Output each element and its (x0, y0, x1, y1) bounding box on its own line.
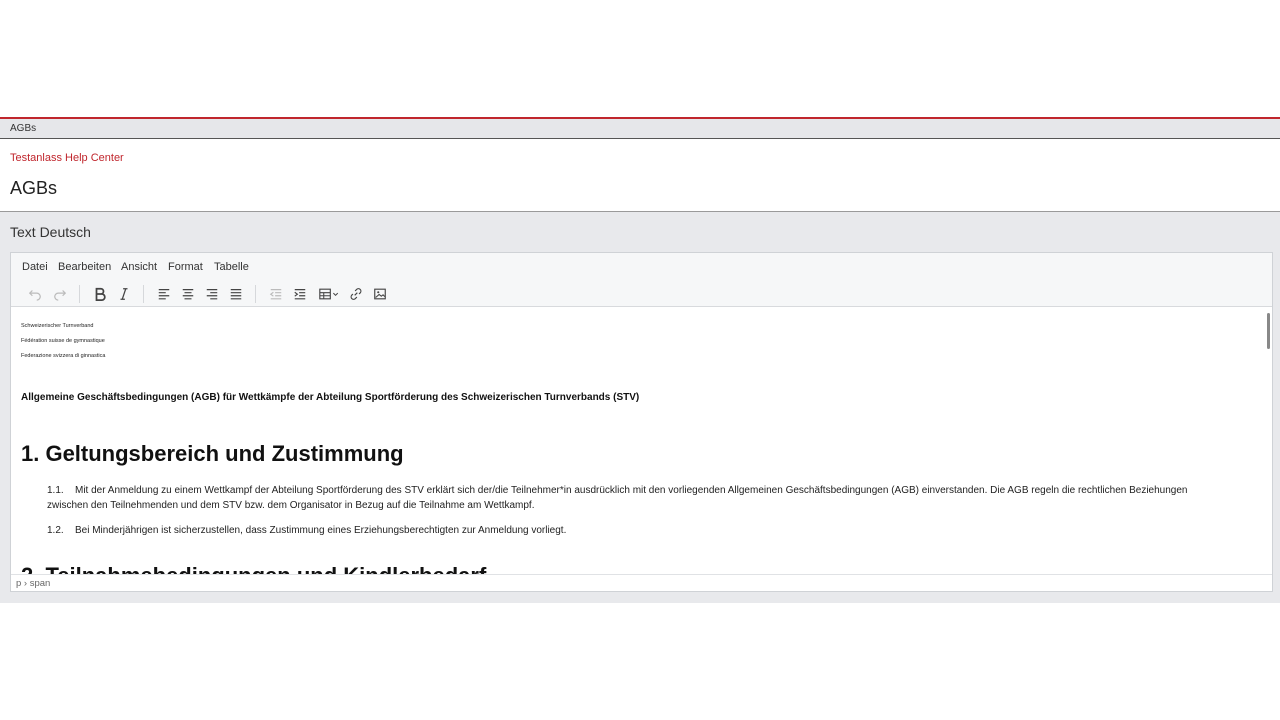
align-right-icon[interactable] (202, 285, 222, 303)
align-left-icon[interactable] (154, 285, 174, 303)
paragraph-text: Mit der Anmeldung zu einem Wettkampf der… (47, 485, 1188, 511)
page-title: AGBs (10, 178, 58, 198)
paragraph-number: 1.2. (47, 525, 64, 536)
image-icon[interactable] (370, 285, 390, 303)
menu-tabelle[interactable]: Tabelle (214, 261, 249, 273)
editor-content[interactable]: Schweizerischer Turnverband Fédération s… (11, 307, 1263, 575)
paragraph-1-1: 1.1. Mit der Anmeldung zu einem Wettkampf… (47, 483, 1227, 513)
breadcrumb[interactable]: Testanlass Help Center (10, 152, 124, 164)
table-icon[interactable] (315, 285, 343, 303)
blank-header-area (0, 0, 1280, 117)
menu-bearbeiten[interactable]: Bearbeiten (58, 261, 111, 273)
paragraph-text: Bei Minderjährigen ist sicherzustellen, … (75, 525, 567, 536)
italic-icon[interactable] (114, 285, 134, 303)
indent-icon[interactable] (290, 285, 310, 303)
align-justify-icon[interactable] (226, 285, 246, 303)
toolbar-divider (143, 285, 144, 303)
text-section: Text Deutsch Datei Bearbeiten Ansicht Fo… (0, 211, 1280, 603)
rich-text-editor: Datei Bearbeiten Ansicht Format Tabelle (10, 252, 1273, 592)
bold-icon[interactable] (90, 285, 110, 303)
undo-icon[interactable] (25, 285, 45, 303)
org-line-it: Federazione svizzera di ginnastica (21, 353, 106, 359)
link-icon[interactable] (346, 285, 366, 303)
toolbar-divider (79, 285, 80, 303)
org-line-fr: Fédération suisse de gymnastique (21, 338, 105, 344)
align-center-icon[interactable] (178, 285, 198, 303)
element-path[interactable]: p › span (16, 578, 50, 589)
tab-agbs[interactable]: AGBs (10, 123, 36, 134)
menu-datei[interactable]: Datei (22, 261, 48, 273)
document-title: Allgemeine Geschäftsbedingungen (AGB) fü… (21, 392, 640, 403)
toolbar-divider (255, 285, 256, 303)
paragraph-1-2: 1.2. Bei Minderjährigen ist sicherzustell… (47, 523, 1227, 538)
org-line-de: Schweizerischer Turnverband (21, 323, 94, 329)
redo-icon[interactable] (50, 285, 70, 303)
editor-menubar: Datei Bearbeiten Ansicht Format Tabelle (11, 253, 1272, 281)
menu-format[interactable]: Format (168, 261, 203, 273)
editor-toolbar (11, 281, 1272, 307)
section-1-heading: 1. Geltungsbereich und Zustimmung (21, 441, 404, 466)
tab-bar: AGBs (0, 117, 1280, 139)
editor-scrollbar[interactable] (1267, 313, 1270, 349)
menu-ansicht[interactable]: Ansicht (121, 261, 157, 273)
outdent-icon[interactable] (266, 285, 286, 303)
section-title: Text Deutsch (10, 224, 91, 240)
editor-statusbar: p › span (11, 574, 1272, 591)
paragraph-number: 1.1. (47, 485, 64, 496)
